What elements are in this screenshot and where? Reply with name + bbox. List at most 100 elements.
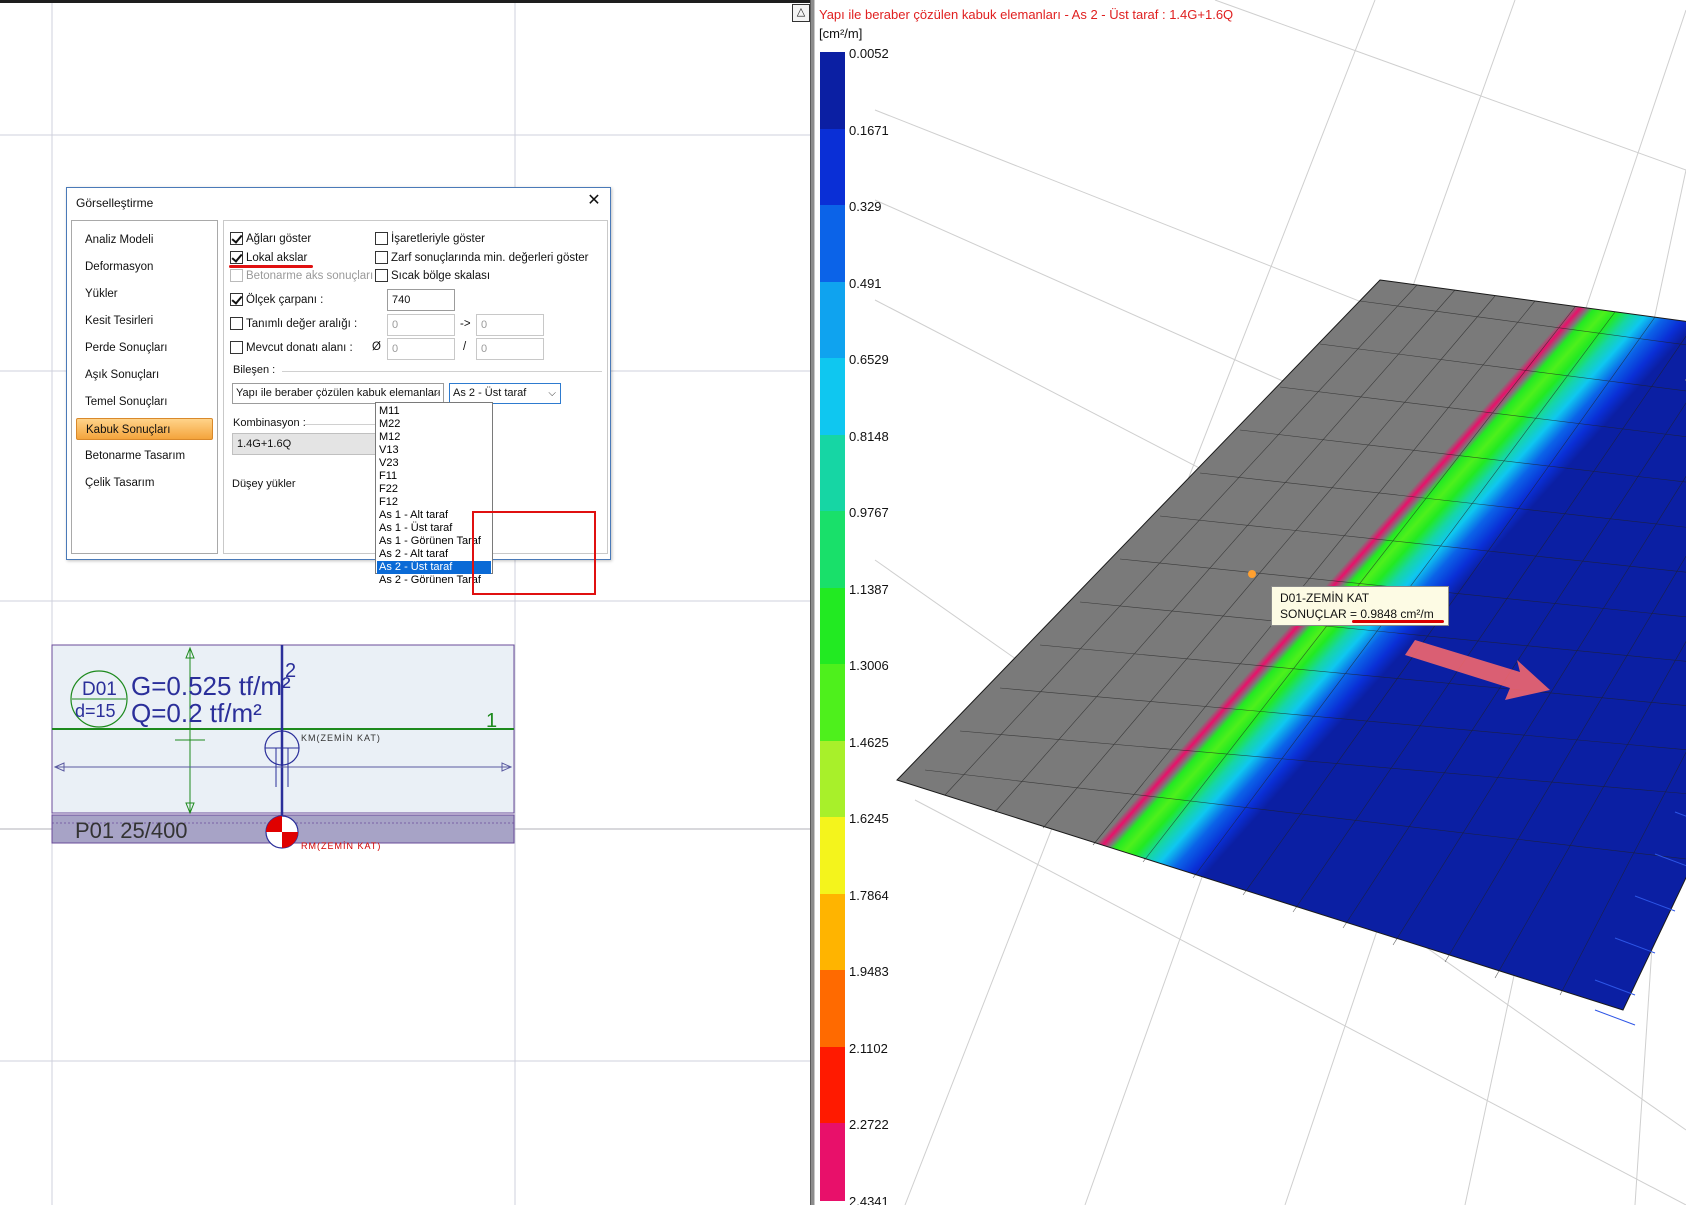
diameter-symbol: Ø: [372, 341, 381, 353]
range-arrow: ->: [460, 318, 471, 330]
axis-label-2: 2: [285, 660, 296, 682]
checkbox-icon: [230, 341, 243, 354]
3d-canvas[interactable]: [815, 0, 1686, 1205]
legend-color-band: [820, 1046, 845, 1124]
nav-item[interactable]: Temel Sonuçları: [76, 391, 213, 413]
value-range-label: Tanımlı değer aralığı :: [246, 317, 358, 330]
tooltip-element: D01-ZEMİN KAT: [1280, 591, 1370, 605]
nav-item[interactable]: Yükler: [76, 283, 213, 305]
result-tooltip: D01-ZEMİN KAT SONUÇLAR = 0.9848 cm²/m: [1271, 586, 1449, 626]
rc-axis-results-checkbox: Betonarme aks sonuçları: [230, 269, 373, 282]
legend-value-label: 0.8148: [849, 428, 889, 444]
view-toggle-button[interactable]: △: [792, 4, 810, 22]
legend-color-band: [820, 511, 845, 589]
local-axes-label: Lokal akslar: [246, 251, 308, 264]
show-mesh-checkbox[interactable]: Ağları göster: [230, 232, 311, 245]
app-window: D01 d=15 G=0.525 tf/m² Q=0.2 tf/m² 2 1 K…: [0, 0, 1686, 1205]
legend-value-label: 0.6529: [849, 352, 889, 367]
value-highlight-underline: [1352, 620, 1444, 623]
show-with-signs-checkbox[interactable]: İşaretleriyle göster: [375, 232, 485, 245]
live-load-text: Q=0.2 tf/m²: [131, 698, 262, 728]
dialog-title: Görselleştirme: [76, 196, 154, 210]
annotation-underline: [229, 265, 313, 268]
nav-item[interactable]: Betonarme Tasarım: [76, 445, 213, 467]
legend-value-label: 1.9483: [849, 964, 889, 979]
legend-color-band: [820, 128, 845, 206]
legend-unit: [cm²/m]: [819, 26, 863, 41]
nav-item[interactable]: Aşık Sonuçları: [76, 364, 213, 386]
value-range-from-input[interactable]: 0: [387, 314, 455, 336]
scale-factor-checkbox[interactable]: Ölçek çarpanı :: [230, 293, 323, 306]
legend-value-label: 2.4341: [849, 1193, 889, 1205]
component-result-value: As 2 - Üst taraf: [453, 387, 527, 399]
legend-value-label: 1.3006: [849, 658, 889, 673]
dropdown-option[interactable]: M11: [377, 405, 491, 418]
component-result-select[interactable]: As 2 - Üst taraf ⌵: [449, 383, 561, 404]
envelope-min-checkbox[interactable]: Zarf sonuçlarında min. değerleri göster: [375, 251, 589, 264]
dropdown-option[interactable]: F12: [377, 496, 491, 509]
legend-color-band: [820, 587, 845, 665]
nav-item[interactable]: Perde Sonuçları: [76, 337, 213, 359]
legend-color-band: [820, 1123, 845, 1201]
slab-id-text: D01: [82, 679, 117, 700]
hot-zone-scale-label: Sıcak bölge skalası: [391, 269, 491, 282]
legend-value-label: 1.6245: [849, 811, 889, 826]
show-with-signs-label: İşaretleriyle göster: [391, 232, 485, 245]
rebar-spacing-input[interactable]: 0: [476, 338, 544, 360]
nav-item[interactable]: Kesit Tesirleri: [76, 310, 213, 332]
rm-label: RM(ZEMİN KAT): [301, 841, 381, 851]
dropdown-option[interactable]: M22: [377, 418, 491, 431]
chevron-down-icon: ⌵: [548, 388, 556, 399]
3d-results-view[interactable]: Yapı ile beraber çözülen kabuk elemanlar…: [815, 0, 1686, 1205]
nav-item[interactable]: Kabuk Sonuçları: [76, 418, 213, 440]
nav-item[interactable]: Analiz Modeli: [76, 229, 213, 251]
existing-rebar-checkbox[interactable]: Mevcut donatı alanı :: [230, 341, 353, 354]
shell-slab-result[interactable]: [896, 279, 1686, 1011]
component-label: Bileşen :: [233, 364, 276, 376]
legend-value-label: 0.491: [849, 275, 882, 291]
rebar-diameter-input[interactable]: 0: [387, 338, 455, 360]
hot-zone-scale-checkbox[interactable]: Sıcak bölge skalası: [375, 269, 490, 282]
component-element-select[interactable]: Yapı ile beraber çözülen kabuk elemanlar…: [232, 383, 444, 404]
legend-value-label: 1.7864: [849, 887, 889, 903]
legend-value-label: 1.1387: [849, 581, 889, 597]
picked-point-marker: [1248, 570, 1256, 578]
chevron-down-icon: ⌵: [431, 388, 439, 399]
legend-color-band: [820, 281, 845, 359]
dropdown-option[interactable]: V23: [377, 457, 491, 470]
value-range-to-input[interactable]: 0: [476, 314, 544, 336]
nav-item[interactable]: Deformasyon: [76, 256, 213, 278]
legend-value-label: 0.329: [849, 199, 882, 214]
dropdown-option[interactable]: V13: [377, 444, 491, 457]
dropdown-option[interactable]: F11: [377, 470, 491, 483]
legend-value-label: 0.9767: [849, 505, 889, 520]
legend-color-band: [820, 817, 845, 895]
axis-label-1: 1: [486, 710, 497, 732]
plan-view[interactable]: D01 d=15 G=0.525 tf/m² Q=0.2 tf/m² 2 1 K…: [0, 3, 810, 1205]
legend-color-band: [820, 893, 845, 971]
local-axes-checkbox[interactable]: Lokal akslar: [230, 251, 307, 264]
plan-canvas[interactable]: D01 d=15 G=0.525 tf/m² Q=0.2 tf/m² 2 1 K…: [0, 3, 810, 1205]
slash-separator: /: [463, 341, 467, 353]
legend-color-band: [820, 358, 845, 436]
checkbox-icon: [375, 251, 388, 264]
legend-color-band: [820, 664, 845, 742]
scale-factor-input[interactable]: 740: [387, 289, 455, 311]
legend-color-band: [820, 434, 845, 512]
legend-value-label: 1.4625: [849, 734, 889, 750]
category-list: Analiz Modeli Deformasyon Yükler Kesit Tesi…: [71, 220, 218, 554]
checkbox-icon: [230, 251, 243, 264]
load-case-label: Düşey yükler: [232, 478, 296, 490]
dropdown-option[interactable]: M12: [377, 431, 491, 444]
checkbox-icon: [375, 232, 388, 245]
nav-item[interactable]: Çelik Tasarım: [76, 472, 213, 494]
legend-value-label: 2.1102: [849, 1040, 888, 1056]
dropdown-option[interactable]: F22: [377, 483, 491, 496]
dead-load-text: G=0.525 tf/m²: [131, 671, 291, 701]
existing-rebar-label: Mevcut donatı alanı :: [246, 341, 353, 354]
value-range-checkbox[interactable]: Tanımlı değer aralığı :: [230, 317, 357, 330]
close-button[interactable]: ✕: [585, 193, 603, 211]
envelope-min-label: Zarf sonuçlarında min. değerleri göster: [391, 251, 589, 264]
checkbox-icon: [375, 269, 388, 282]
component-element-value: Yapı ile beraber çözülen kabuk elemanlar…: [236, 387, 441, 399]
